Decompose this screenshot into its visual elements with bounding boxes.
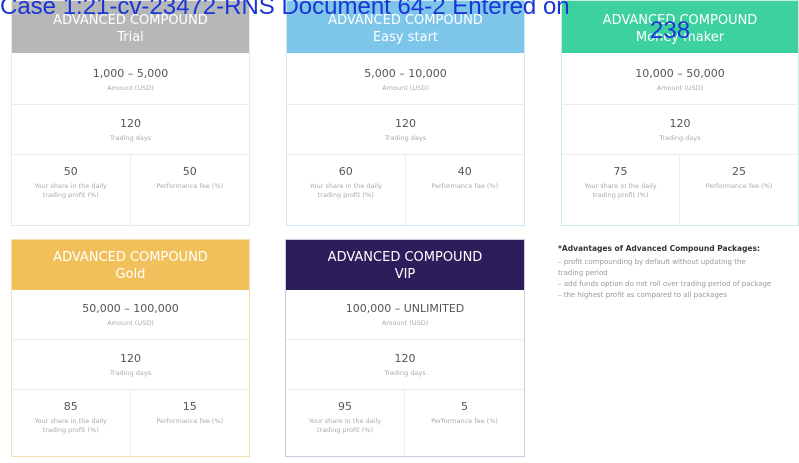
share-label: Your share in the daily trading profit (… [309, 182, 382, 199]
share-value: 75 [613, 165, 628, 178]
amount-value: 5,000 – 10,000 [364, 67, 447, 80]
share-cell: 85 Your share in the daily trading profi… [12, 390, 131, 456]
advantage-item: trading period [558, 269, 608, 277]
share-value: 85 [63, 400, 78, 413]
fee-value: 25 [732, 165, 746, 178]
share-cell: 75 Your share in the daily trading profi… [562, 155, 680, 225]
amount-value: 1,000 – 5,000 [92, 67, 169, 80]
amount-row: 10,000 – 50,000 Amount (USD) [562, 53, 798, 105]
fee-cell: 50 Performance fee (%) [131, 155, 250, 225]
days-label: Trading days [659, 134, 701, 142]
fee-cell: 5 Performance fee (%) [405, 390, 524, 456]
amount-value: 100,000 – UNLIMITED [345, 302, 465, 315]
amount-row: 50,000 – 100,000 Amount (USD) [12, 290, 249, 340]
days-row: 120 Trading days [12, 340, 249, 390]
advantage-item: – add funds option do not roll over trad… [558, 280, 772, 288]
share-cell: 60 Your share in the daily trading profi… [287, 155, 406, 225]
days-row: 120 Trading days [286, 340, 524, 390]
amount-label: Amount (USD) [656, 84, 704, 92]
share-fee-row: 85 Your share in the daily trading profi… [12, 390, 249, 456]
days-label: Trading days [384, 134, 427, 142]
package-card-trial: ADVANCED COMPOUND Trial 1,000 – 5,000 Am… [11, 0, 250, 226]
fee-label: Performance fee (%) [431, 182, 499, 190]
amount-label: Amount (USD) [381, 319, 429, 327]
amount-row: 5,000 – 10,000 Amount (USD) [287, 53, 524, 105]
days-value: 120 [395, 117, 416, 130]
days-row: 120 Trading days [12, 105, 249, 155]
share-cell: 95 Your share in the daily trading profi… [286, 390, 405, 456]
share-label: Your share in the daily trading profit (… [34, 417, 107, 434]
fee-value: 15 [182, 400, 197, 413]
amount-row: 1,000 – 5,000 Amount (USD) [12, 53, 249, 105]
share-label: Your share in the daily trading profit (… [34, 182, 107, 199]
share-label: Your share in the daily trading profit (… [308, 417, 382, 434]
fee-cell: 40 Performance fee (%) [406, 155, 525, 225]
days-label: Trading days [384, 369, 426, 377]
days-value: 120 [120, 117, 141, 130]
days-value: 120 [394, 352, 416, 365]
days-row: 120 Trading days [562, 105, 798, 155]
days-value: 120 [669, 117, 691, 130]
amount-value: 50,000 – 100,000 [82, 302, 179, 315]
amount-label: Amount (USD) [107, 84, 154, 92]
package-name: ADVANCED COMPOUND [53, 250, 208, 265]
fee-label: Performance fee (%) [431, 417, 498, 425]
share-value: 60 [338, 165, 353, 178]
advantage-item: – the highest profit as compared to all … [558, 291, 727, 299]
fee-cell: 25 Performance fee (%) [680, 155, 798, 225]
days-value: 120 [120, 352, 141, 365]
fee-value: 50 [182, 165, 197, 178]
days-row: 120 Trading days [287, 105, 524, 155]
package-card-easy-start: ADVANCED COMPOUND Easy start 5,000 – 10,… [286, 0, 525, 226]
fee-value: 40 [457, 165, 472, 178]
package-card-vip: ADVANCED COMPOUND VIP 100,000 – UNLIMITE… [285, 239, 525, 457]
amount-label: Amount (USD) [382, 84, 429, 92]
court-filing-page: 238 [650, 17, 691, 44]
share-fee-row: 75 Your share in the daily trading profi… [562, 155, 798, 225]
fee-label: Performance fee (%) [705, 182, 773, 190]
share-value: 95 [338, 400, 352, 413]
advantages-title: *Advantages of Advanced Compound Package… [558, 244, 760, 253]
share-fee-row: 50 Your share in the daily trading profi… [12, 155, 249, 225]
days-label: Trading days [109, 134, 152, 142]
advantage-item: – profit compounding by default without … [558, 258, 746, 266]
amount-value: 10,000 – 50,000 [635, 67, 725, 80]
share-value: 50 [63, 165, 78, 178]
amount-label: Amount (USD) [107, 319, 154, 327]
package-header: ADVANCED COMPOUND VIP [286, 240, 524, 290]
package-card-gold: ADVANCED COMPOUND Gold 50,000 – 100,000 … [11, 239, 250, 457]
fee-label: Performance fee (%) [156, 417, 224, 425]
share-cell: 50 Your share in the daily trading profi… [12, 155, 131, 225]
fee-label: Performance fee (%) [156, 182, 224, 190]
fee-value: 5 [461, 400, 468, 413]
share-fee-row: 95 Your share in the daily trading profi… [286, 390, 524, 456]
share-label: Your share in the daily trading profit (… [584, 182, 657, 199]
fee-cell: 15 Performance fee (%) [131, 390, 250, 456]
share-fee-row: 60 Your share in the daily trading profi… [287, 155, 524, 225]
package-name: ADVANCED COMPOUND [327, 250, 483, 265]
package-tier: Gold [115, 267, 146, 282]
advantages-note: *Advantages of Advanced Compound Package… [558, 243, 799, 301]
amount-row: 100,000 – UNLIMITED Amount (USD) [286, 290, 524, 340]
days-label: Trading days [109, 369, 152, 377]
package-tier: Trial [117, 30, 144, 45]
package-tier: VIP [394, 267, 416, 282]
package-header: ADVANCED COMPOUND Gold [12, 240, 249, 290]
package-tier: Easy start [372, 30, 439, 45]
